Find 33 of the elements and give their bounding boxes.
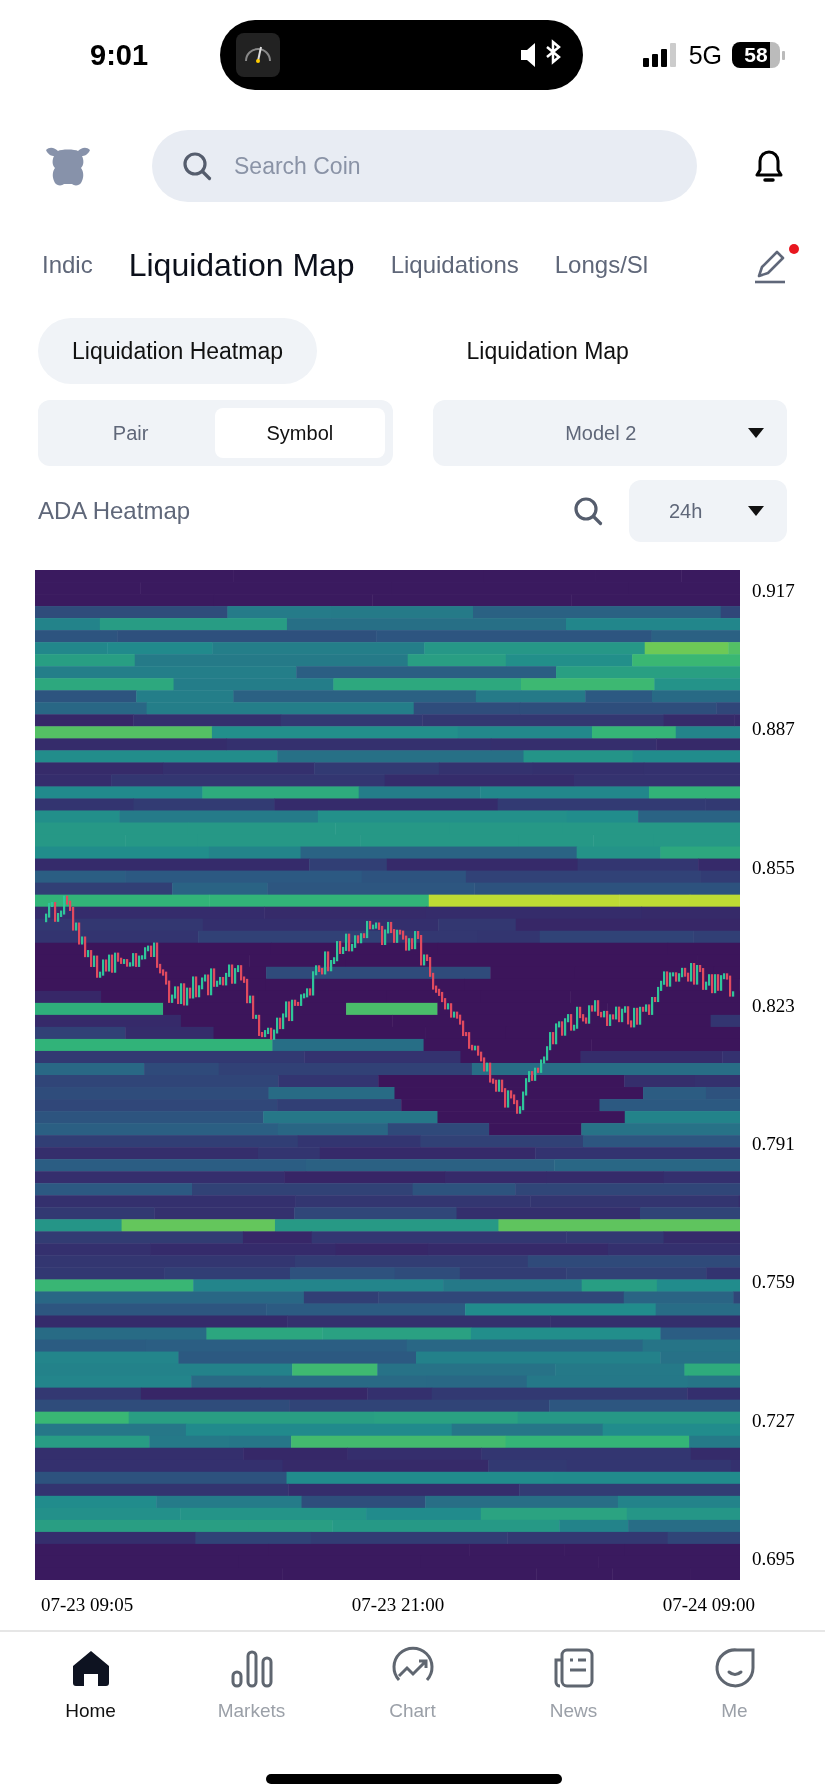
segment-option[interactable]: Pair: [46, 408, 216, 458]
signal-icon: [642, 43, 679, 67]
axis-label: 0.727: [752, 1409, 795, 1432]
model-dropdown[interactable]: Model 2: [432, 400, 787, 466]
tab[interactable]: Indic: [42, 251, 93, 279]
axis-label: 0.695: [752, 1547, 795, 1570]
search-icon[interactable]: [573, 496, 603, 526]
speedometer-icon: [236, 33, 280, 77]
view-tab[interactable]: Liquidation Heatmap: [38, 318, 317, 384]
tab[interactable]: Longs/Sl: [554, 251, 649, 279]
tab[interactable]: Liquidations: [390, 251, 519, 279]
network-label: 5G: [688, 40, 722, 70]
search-icon: [182, 151, 212, 181]
range-dropdown[interactable]: 24h: [629, 480, 787, 542]
axis-label: 07-24 09:00: [662, 1594, 755, 1616]
axis-label: 0.823: [752, 994, 795, 1017]
tab[interactable]: Liquidation Map: [128, 246, 355, 284]
axis-label: 0.791: [752, 1133, 795, 1156]
view-tab[interactable]: Liquidation Map: [432, 318, 663, 384]
clock-time: 9:01: [90, 38, 150, 72]
chart-title: ADA Heatmap: [38, 497, 191, 525]
battery-level: 58: [732, 42, 780, 68]
caret-icon: [747, 427, 765, 439]
axis-label: 07-23 21:00: [351, 1594, 445, 1616]
axis-label: 0.887: [752, 718, 795, 741]
search-field[interactable]: Search Coin: [152, 130, 697, 202]
segment-option[interactable]: Symbol: [215, 408, 385, 458]
axis-label: 0.855: [752, 856, 795, 879]
caret-icon: [747, 505, 765, 517]
nav-item[interactable]: Home: [65, 1700, 116, 1722]
axis-label: 0.759: [752, 1271, 795, 1294]
axis-label: 07-23 09:05: [41, 1594, 134, 1616]
axis-label: 0.917: [752, 580, 795, 602]
